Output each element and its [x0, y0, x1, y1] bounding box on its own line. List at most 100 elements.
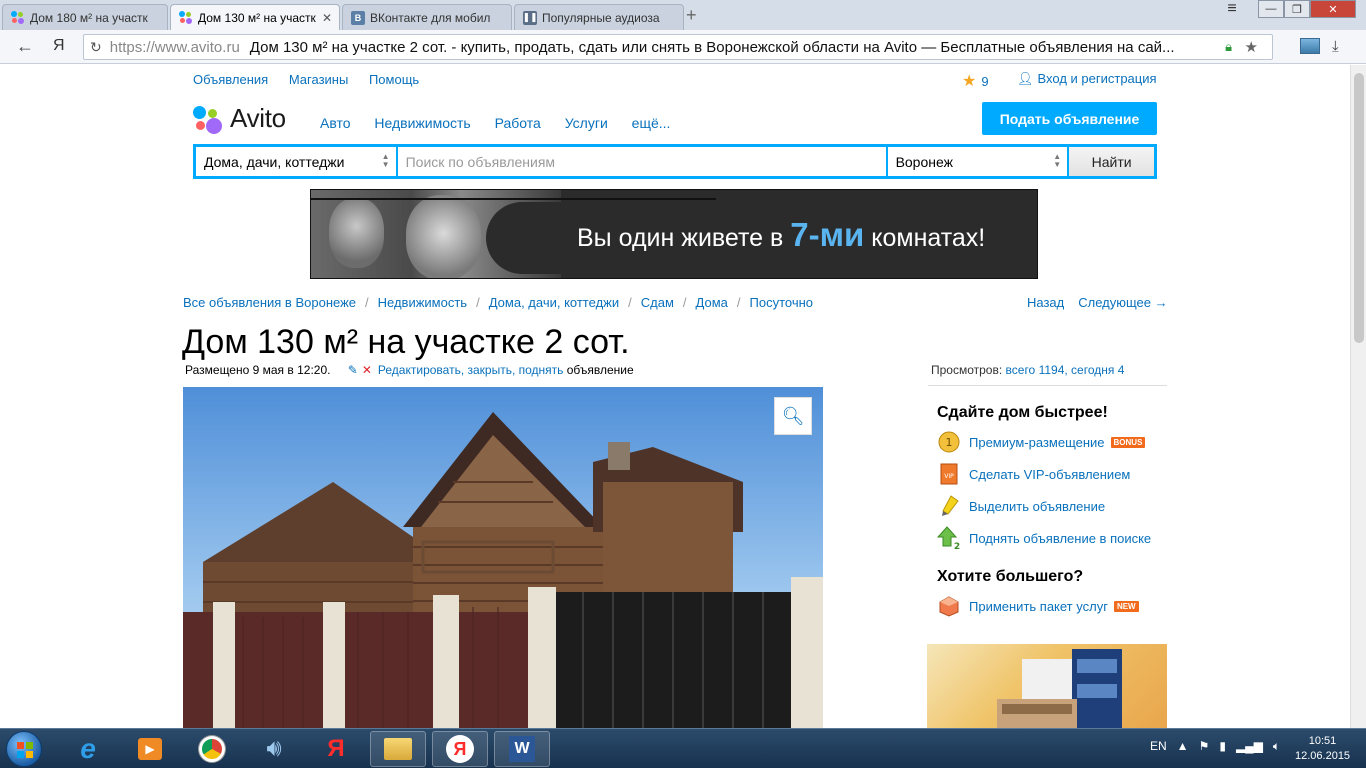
service-premium[interactable]: 1 Премиум-размещение BONUS	[937, 430, 1146, 454]
banner-person	[406, 195, 481, 278]
pencil-icon[interactable]: ✎	[348, 363, 358, 377]
breadcrumb-item[interactable]: Дома, дачи, коттеджи	[489, 295, 619, 310]
category-services-link[interactable]: Услуги	[565, 115, 608, 131]
chrome-icon[interactable]	[184, 731, 240, 767]
page-title-text: Дом 130 м² на участке 2 сот. - купить, п…	[249, 38, 1175, 56]
select-arrows-icon: ▲ ▼	[381, 152, 390, 169]
category-more-link[interactable]: ещё...	[632, 115, 671, 131]
service-label: Поднять объявление в поиске	[969, 530, 1152, 546]
house-illustration	[183, 412, 823, 728]
category-auto-link[interactable]: Авто	[320, 115, 351, 131]
category-select[interactable]: Дома, дачи, коттеджи ▲ ▼	[196, 147, 396, 176]
breadcrumb-item[interactable]: Посуточно	[750, 295, 814, 310]
premium-coin-icon: 1	[937, 430, 961, 454]
network-icon[interactable]: ▂▄▆	[1236, 739, 1263, 754]
sound-app-icon[interactable]: 🔊︎	[246, 731, 302, 767]
language-indicator[interactable]: EN	[1150, 739, 1167, 754]
url-text: https://www.avito.ru	[109, 38, 240, 56]
back-link[interactable]: Назад	[1027, 295, 1064, 310]
svg-text:VIP: VIP	[944, 473, 954, 480]
views-label: Просмотров:	[931, 363, 1006, 377]
close-window-button[interactable]: ✕	[1310, 0, 1356, 18]
internet-explorer-icon[interactable]: e	[60, 731, 116, 767]
breadcrumb-separator: /	[628, 295, 632, 310]
bookmark-star-icon[interactable]: ★	[1245, 38, 1258, 56]
yandex-browser-icon[interactable]: Я	[308, 731, 364, 767]
browser-menu-icon[interactable]: ≡	[1212, 0, 1252, 18]
service-package[interactable]: Применить пакет услуг NEW	[937, 594, 1139, 618]
listing-photo[interactable]: 🔍︎	[183, 387, 823, 728]
next-link[interactable]: Следующее →	[1078, 295, 1167, 310]
logo-wordmark: Avito	[230, 103, 286, 133]
breadcrumb-item[interactable]: Все объявления в Воронеже	[183, 295, 356, 310]
reload-icon[interactable]: ↻	[90, 39, 102, 56]
maximize-button[interactable]: ❐	[1284, 0, 1310, 18]
favorites-star-icon: ★	[962, 73, 977, 90]
city-select[interactable]: Воронеж ▲ ▼	[887, 147, 1068, 176]
top-navigation: Объявления Магазины Помощь	[193, 72, 436, 87]
volume-icon[interactable]: 🔈︎	[1273, 739, 1280, 754]
vip-icon: VIP	[937, 462, 961, 486]
media-player-icon[interactable]: ▶	[122, 731, 178, 767]
browser-tab[interactable]: В ВКонтакте для мобил	[342, 4, 512, 30]
browser-tab[interactable]: Дом 180 м² на участк	[2, 4, 168, 30]
listing-title: Дом 130 м² на участке 2 сот.	[182, 323, 630, 361]
close-x-icon[interactable]: ✕	[362, 363, 372, 377]
service-highlight[interactable]: Выделить объявление	[937, 494, 1105, 518]
picture-icon[interactable]	[1300, 38, 1320, 54]
category-nav: Авто Недвижимость Работа Услуги ещё...	[320, 115, 690, 131]
search-button[interactable]: Найти	[1069, 147, 1154, 176]
svg-text:1: 1	[946, 436, 953, 449]
service-bump[interactable]: 2 Поднять объявление в поиске	[937, 526, 1151, 550]
building-illustration	[997, 649, 1122, 728]
edit-actions-link[interactable]: Редактировать, закрыть, поднять	[378, 363, 563, 377]
browser-tabstrip: Дом 180 м² на участк Дом 130 м² на участ…	[0, 0, 1366, 31]
topnav-listings-link[interactable]: Объявления	[193, 72, 268, 87]
tray-expand-icon[interactable]: ▲	[1177, 739, 1189, 754]
ad-banner[interactable]: Вы один живете в 7-ми комнатах!	[310, 189, 1038, 279]
browser-tab-active[interactable]: Дом 130 м² на участк ✕	[170, 4, 340, 31]
login-link[interactable]: 👤︎ Вход и регистрация	[1017, 71, 1157, 87]
avito-favicon-icon	[11, 10, 25, 25]
user-icon: 👤︎	[1017, 71, 1034, 86]
browser-tab[interactable]: ❚❚ Популярные аудиоза	[514, 4, 684, 30]
back-arrow-icon[interactable]: ←	[16, 36, 34, 57]
breadcrumb-item[interactable]: Недвижимость	[378, 295, 467, 310]
yandex-button[interactable]: Я	[53, 37, 65, 55]
topnav-shops-link[interactable]: Магазины	[289, 72, 349, 87]
close-tab-icon[interactable]: ✕	[322, 11, 332, 25]
category-realty-link[interactable]: Недвижимость	[374, 115, 470, 131]
scrollbar-thumb[interactable]	[1354, 73, 1364, 343]
file-explorer-icon[interactable]	[370, 731, 426, 767]
page-scrollbar[interactable]	[1350, 65, 1366, 728]
minimize-button[interactable]: —	[1258, 0, 1284, 18]
topnav-help-link[interactable]: Помощь	[369, 72, 419, 87]
word-icon[interactable]: W	[494, 731, 550, 767]
category-jobs-link[interactable]: Работа	[495, 115, 541, 131]
battery-icon[interactable]: ▮	[1219, 739, 1226, 754]
start-button[interactable]	[6, 731, 42, 767]
taskbar-clock[interactable]: 10:51 12.06.2015	[1295, 734, 1350, 764]
breadcrumb-item[interactable]: Сдам	[641, 295, 674, 310]
favorites-link[interactable]: ★ 9	[962, 71, 989, 91]
action-center-flag-icon[interactable]: ⚑	[1199, 739, 1210, 754]
lock-icon[interactable]: 🔒︎	[1225, 39, 1232, 55]
breadcrumb-item[interactable]: Дома	[696, 295, 728, 310]
new-badge: NEW	[1113, 600, 1139, 612]
service-vip[interactable]: VIP Сделать VIP-объявлением	[937, 462, 1130, 486]
zoom-icon[interactable]: 🔍︎	[774, 397, 812, 435]
address-bar[interactable]: ↻ https://www.avito.ru Дом 130 м² на уча…	[83, 34, 1273, 60]
sidebar-ad[interactable]	[927, 644, 1167, 728]
city-select-value: Воронеж	[895, 153, 953, 170]
views-value-link[interactable]: всего 1194, сегодня 4	[1006, 363, 1125, 377]
yandex-active-icon[interactable]: Я	[432, 731, 488, 767]
service-label: Выделить объявление	[969, 498, 1106, 514]
avito-logo[interactable]: Avito	[193, 103, 286, 134]
post-ad-button[interactable]: Подать объявление	[982, 102, 1157, 135]
favorites-count: 9	[981, 74, 989, 89]
search-input[interactable]: Поиск по объявлениям	[397, 147, 886, 176]
banner-text-part: Вы один живете в	[577, 224, 791, 252]
new-tab-button[interactable]: +	[686, 5, 697, 26]
sell-faster-heading: Сдайте дом быстрее!	[937, 404, 1108, 421]
download-icon[interactable]: ⤓	[1332, 38, 1339, 55]
